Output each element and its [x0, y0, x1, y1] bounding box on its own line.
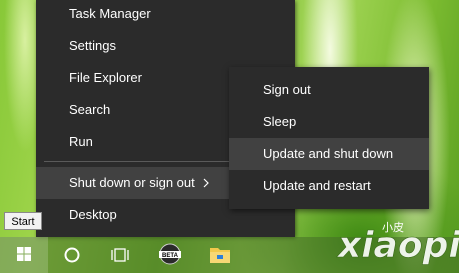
svg-text:小皮: 小皮: [382, 221, 404, 234]
shutdown-submenu: Sign out Sleep Update and shut down Upda…: [229, 67, 429, 209]
start-tooltip: Start: [4, 212, 42, 230]
submenu-item-sign-out[interactable]: Sign out: [229, 74, 429, 106]
task-view-button[interactable]: [96, 237, 144, 273]
site-watermark: xiaopi 小皮: [336, 213, 459, 273]
start-button[interactable]: [0, 237, 48, 273]
menu-item-label: Shut down or sign out: [69, 175, 195, 190]
file-explorer-icon: [210, 248, 230, 263]
menu-item-settings[interactable]: Settings: [36, 30, 295, 62]
task-view-icon: [111, 248, 129, 262]
watermark-logo-icon: xiaopi 小皮: [336, 221, 459, 266]
submenu-item-sleep[interactable]: Sleep: [229, 106, 429, 138]
chevron-right-icon: [203, 178, 209, 188]
file-explorer-button[interactable]: [196, 237, 244, 273]
menu-item-task-manager[interactable]: Task Manager: [36, 0, 295, 30]
submenu-item-update-and-shut-down[interactable]: Update and shut down: [229, 138, 429, 170]
svg-text:BETA: BETA: [162, 253, 179, 259]
cortana-button[interactable]: [48, 237, 96, 273]
submenu-item-update-and-restart[interactable]: Update and restart: [229, 170, 429, 202]
cortana-icon: [64, 247, 80, 263]
windows-logo-icon: [17, 247, 31, 261]
beta-app-icon: BETA: [159, 243, 181, 265]
beta-app-button[interactable]: BETA: [146, 237, 194, 273]
